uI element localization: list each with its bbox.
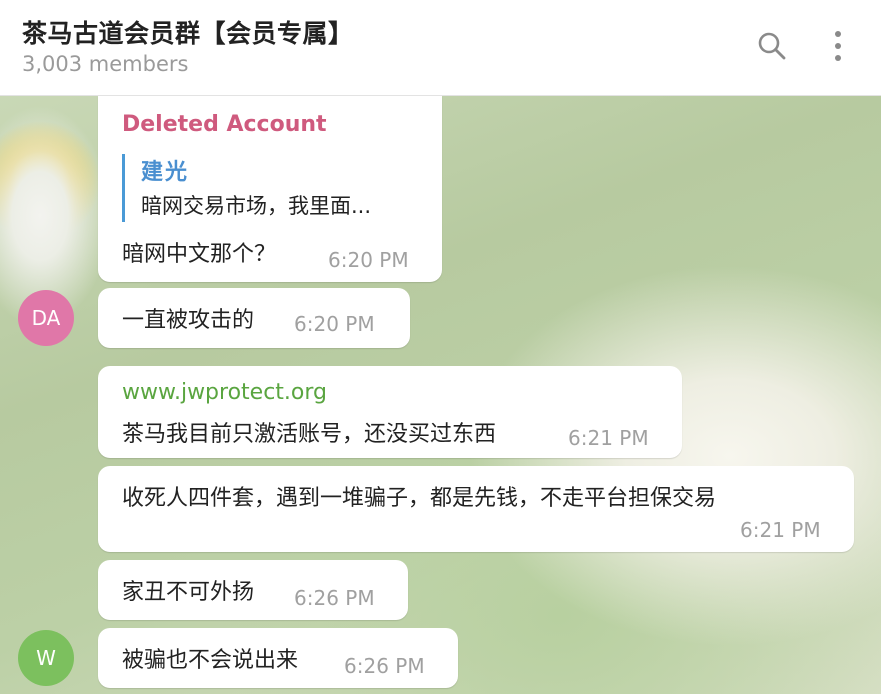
more-vertical-icon xyxy=(835,31,841,61)
chat-header: 茶马古道会员群【会员专属】 3,003 members xyxy=(0,0,881,96)
member-count: 3,003 members xyxy=(22,52,189,76)
message-text: 家丑不可外扬 xyxy=(122,580,255,605)
message-bubble[interactable]: www.jwprotect.org 茶马我目前只激活账号，还没买过东西 6:21… xyxy=(98,366,682,458)
message-link[interactable]: www.jwprotect.org xyxy=(122,380,327,405)
message-time: 6:26 PM xyxy=(344,654,425,678)
message-text: 茶马我目前只激活账号，还没买过东西 xyxy=(122,422,497,447)
message-time: 6:20 PM xyxy=(294,312,375,336)
message-bubble[interactable]: 收死人四件套，遇到一堆骗子，都是先钱，不走平台担保交易 6:21 PM xyxy=(98,466,854,552)
message-bubble[interactable]: 被骗也不会说出来 6:26 PM xyxy=(98,628,458,688)
chat-title[interactable]: 茶马古道会员群【会员专属】 xyxy=(22,14,354,50)
message-time: 6:21 PM xyxy=(568,426,649,450)
chat-area[interactable]: Deleted Account 建光 暗网交易市场，我里面... 暗网中文那个？… xyxy=(0,96,881,694)
message-bubble[interactable]: 一直被攻击的 6:20 PM xyxy=(98,288,410,348)
message-text: 一直被攻击的 xyxy=(122,308,255,333)
search-icon xyxy=(758,32,786,60)
message-time: 6:20 PM xyxy=(328,248,409,272)
reply-text: 暗网交易市场，我里面... xyxy=(141,194,372,218)
more-options-button[interactable] xyxy=(816,24,860,68)
message-bubble[interactable]: Deleted Account 建光 暗网交易市场，我里面... 暗网中文那个？… xyxy=(98,96,442,282)
avatar[interactable]: W xyxy=(18,630,74,686)
message-text: 被骗也不会说出来 xyxy=(122,648,299,673)
message-time: 6:21 PM xyxy=(740,518,821,542)
search-button[interactable] xyxy=(750,24,794,68)
reply-quote[interactable]: 建光 暗网交易市场，我里面... xyxy=(122,154,439,222)
sender-name[interactable]: Deleted Account xyxy=(122,112,327,137)
message-text: 暗网中文那个？ xyxy=(122,242,277,267)
message-time: 6:26 PM xyxy=(294,586,375,610)
reply-sender: 建光 xyxy=(141,160,190,185)
avatar[interactable]: DA xyxy=(18,290,74,346)
message-bubble[interactable]: 家丑不可外扬 6:26 PM xyxy=(98,560,408,620)
message-text: 收死人四件套，遇到一堆骗子，都是先钱，不走平台担保交易 xyxy=(122,486,717,511)
